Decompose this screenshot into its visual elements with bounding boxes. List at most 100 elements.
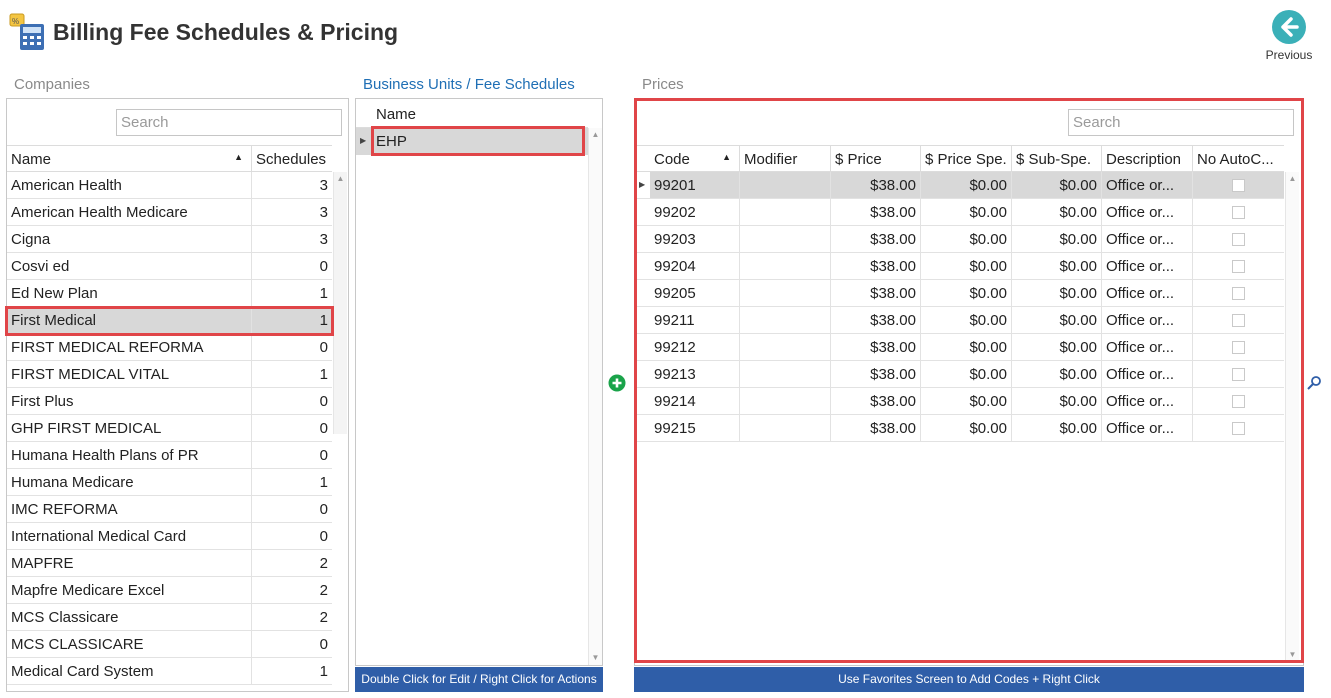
- previous-button[interactable]: Previous: [1261, 10, 1317, 62]
- scroll-up-icon[interactable]: ▲: [334, 172, 347, 186]
- company-row[interactable]: Medical Card System 1: [7, 658, 332, 685]
- code-cell: 99215: [650, 415, 740, 441]
- companies-search-input[interactable]: Search: [116, 109, 342, 136]
- company-row[interactable]: First Medical 1: [7, 307, 332, 334]
- company-row[interactable]: FIRST MEDICAL VITAL 1: [7, 361, 332, 388]
- no-autoc-cell: [1193, 226, 1284, 252]
- no-autoc-checkbox[interactable]: [1232, 260, 1245, 273]
- row-indicator-header: [636, 146, 650, 171]
- modifier-cell: [740, 172, 831, 198]
- no-autoc-checkbox[interactable]: [1232, 179, 1245, 192]
- code-cell: 99204: [650, 253, 740, 279]
- magnifier-icon[interactable]: [1306, 375, 1322, 391]
- price-row[interactable]: 99203 $38.00 $0.00 $0.00 Office or...: [636, 226, 1284, 253]
- bu-scrollbar[interactable]: ▲ ▼: [588, 128, 602, 665]
- col-description-header[interactable]: Description: [1102, 146, 1193, 171]
- col-code-header[interactable]: Code ▲: [650, 146, 740, 171]
- prices-footer-add-codes-button[interactable]: Use Favorites Screen to Add Codes + Righ…: [634, 667, 1304, 692]
- col-price-header[interactable]: $ Price: [831, 146, 921, 171]
- company-schedules-cell: 2: [319, 582, 328, 599]
- bu-footer-actions-button[interactable]: Double Click for Edit / Right Click for …: [355, 667, 603, 692]
- price-spe-cell: $0.00: [921, 172, 1012, 198]
- modifier-cell: [740, 361, 831, 387]
- no-autoc-checkbox[interactable]: [1232, 287, 1245, 300]
- price-row[interactable]: 99212 $38.00 $0.00 $0.00 Office or...: [636, 334, 1284, 361]
- price-row[interactable]: 99215 $38.00 $0.00 $0.00 Office or...: [636, 415, 1284, 442]
- price-row[interactable]: 99211 $38.00 $0.00 $0.00 Office or...: [636, 307, 1284, 334]
- bu-row[interactable]: ▶ EHP: [356, 128, 588, 155]
- col-no-autoc-header[interactable]: No AutoC...: [1193, 146, 1284, 171]
- title-bar: % Billing Fee Schedules & Pricing: [8, 12, 398, 52]
- company-row[interactable]: GHP FIRST MEDICAL 0: [7, 415, 332, 442]
- company-row[interactable]: Humana Health Plans of PR 0: [7, 442, 332, 469]
- description-cell: Office or...: [1102, 226, 1193, 252]
- company-row[interactable]: International Medical Card 0: [7, 523, 332, 550]
- modifier-cell: [740, 334, 831, 360]
- company-row[interactable]: American Health Medicare 3: [7, 199, 332, 226]
- prices-scrollbar[interactable]: ▲ ▼: [1285, 172, 1299, 662]
- col-schedules-header[interactable]: Schedules: [252, 146, 332, 171]
- scroll-down-icon[interactable]: ▼: [1286, 648, 1299, 662]
- col-sub-spe-header[interactable]: $ Sub-Spe.: [1012, 146, 1102, 171]
- no-autoc-checkbox[interactable]: [1232, 314, 1245, 327]
- sub-spe-cell: $0.00: [1012, 280, 1102, 306]
- modifier-cell: [740, 253, 831, 279]
- company-name-cell: Cosvi ed: [7, 253, 252, 279]
- prices-search-input[interactable]: Search: [1068, 109, 1294, 136]
- companies-scrollbar[interactable]: ▲: [333, 172, 347, 434]
- description-cell: Office or...: [1102, 280, 1193, 306]
- company-row[interactable]: Humana Medicare 1: [7, 469, 332, 496]
- company-row[interactable]: FIRST MEDICAL REFORMA 0: [7, 334, 332, 361]
- scroll-down-icon[interactable]: ▼: [589, 651, 602, 665]
- company-row[interactable]: MCS Classicare 2: [7, 604, 332, 631]
- description-cell: Office or...: [1102, 199, 1193, 225]
- no-autoc-checkbox[interactable]: [1232, 341, 1245, 354]
- scroll-up-icon[interactable]: ▲: [1286, 172, 1299, 186]
- row-indicator: [636, 415, 650, 441]
- code-cell: 99201: [650, 172, 740, 198]
- description-cell: Office or...: [1102, 172, 1193, 198]
- price-row[interactable]: 99214 $38.00 $0.00 $0.00 Office or...: [636, 388, 1284, 415]
- company-row[interactable]: First Plus 0: [7, 388, 332, 415]
- company-name-cell: MCS CLASSICARE: [7, 631, 252, 657]
- company-row[interactable]: Cosvi ed 0: [7, 253, 332, 280]
- no-autoc-checkbox[interactable]: [1232, 233, 1245, 246]
- company-row[interactable]: American Health 3: [7, 172, 332, 199]
- price-row[interactable]: 99213 $38.00 $0.00 $0.00 Office or...: [636, 361, 1284, 388]
- company-row[interactable]: Mapfre Medicare Excel 2: [7, 577, 332, 604]
- plus-circle-icon[interactable]: [608, 374, 626, 392]
- col-name-header[interactable]: Name ▲: [7, 146, 252, 171]
- no-autoc-checkbox[interactable]: [1232, 395, 1245, 408]
- no-autoc-checkbox[interactable]: [1232, 422, 1245, 435]
- company-name-cell: Humana Medicare: [7, 469, 252, 495]
- scroll-up-icon[interactable]: ▲: [589, 128, 602, 142]
- price-row[interactable]: 99204 $38.00 $0.00 $0.00 Office or...: [636, 253, 1284, 280]
- company-schedules-cell: 0: [319, 528, 328, 545]
- business-units-label[interactable]: Business Units / Fee Schedules: [363, 76, 575, 93]
- company-row[interactable]: MAPFRE 2: [7, 550, 332, 577]
- no-autoc-checkbox[interactable]: [1232, 206, 1245, 219]
- price-spe-cell: $0.00: [921, 280, 1012, 306]
- sort-asc-icon: ▲: [722, 152, 731, 162]
- company-row[interactable]: Ed New Plan 1: [7, 280, 332, 307]
- bu-col-name-header[interactable]: Name: [356, 101, 588, 127]
- description-cell: Office or...: [1102, 307, 1193, 333]
- company-name-cell: American Health Medicare: [7, 199, 252, 225]
- sub-spe-cell: $0.00: [1012, 361, 1102, 387]
- description-cell: Office or...: [1102, 415, 1193, 441]
- price-row[interactable]: ▶ 99201 $38.00 $0.00 $0.00 Office or...: [636, 172, 1284, 199]
- price-row[interactable]: 99205 $38.00 $0.00 $0.00 Office or...: [636, 280, 1284, 307]
- company-row[interactable]: IMC REFORMA 0: [7, 496, 332, 523]
- arrow-left-icon: [1272, 10, 1306, 44]
- col-modifier-header[interactable]: Modifier: [740, 146, 831, 171]
- company-schedules-cell: 0: [319, 393, 328, 410]
- description-cell: Office or...: [1102, 334, 1193, 360]
- no-autoc-checkbox[interactable]: [1232, 368, 1245, 381]
- price-row[interactable]: 99202 $38.00 $0.00 $0.00 Office or...: [636, 199, 1284, 226]
- no-autoc-cell: [1193, 388, 1284, 414]
- company-row[interactable]: Cigna 3: [7, 226, 332, 253]
- col-price-spe-header[interactable]: $ Price Spe.: [921, 146, 1012, 171]
- company-row[interactable]: MCS CLASSICARE 0: [7, 631, 332, 658]
- modifier-cell: [740, 226, 831, 252]
- description-cell: Office or...: [1102, 388, 1193, 414]
